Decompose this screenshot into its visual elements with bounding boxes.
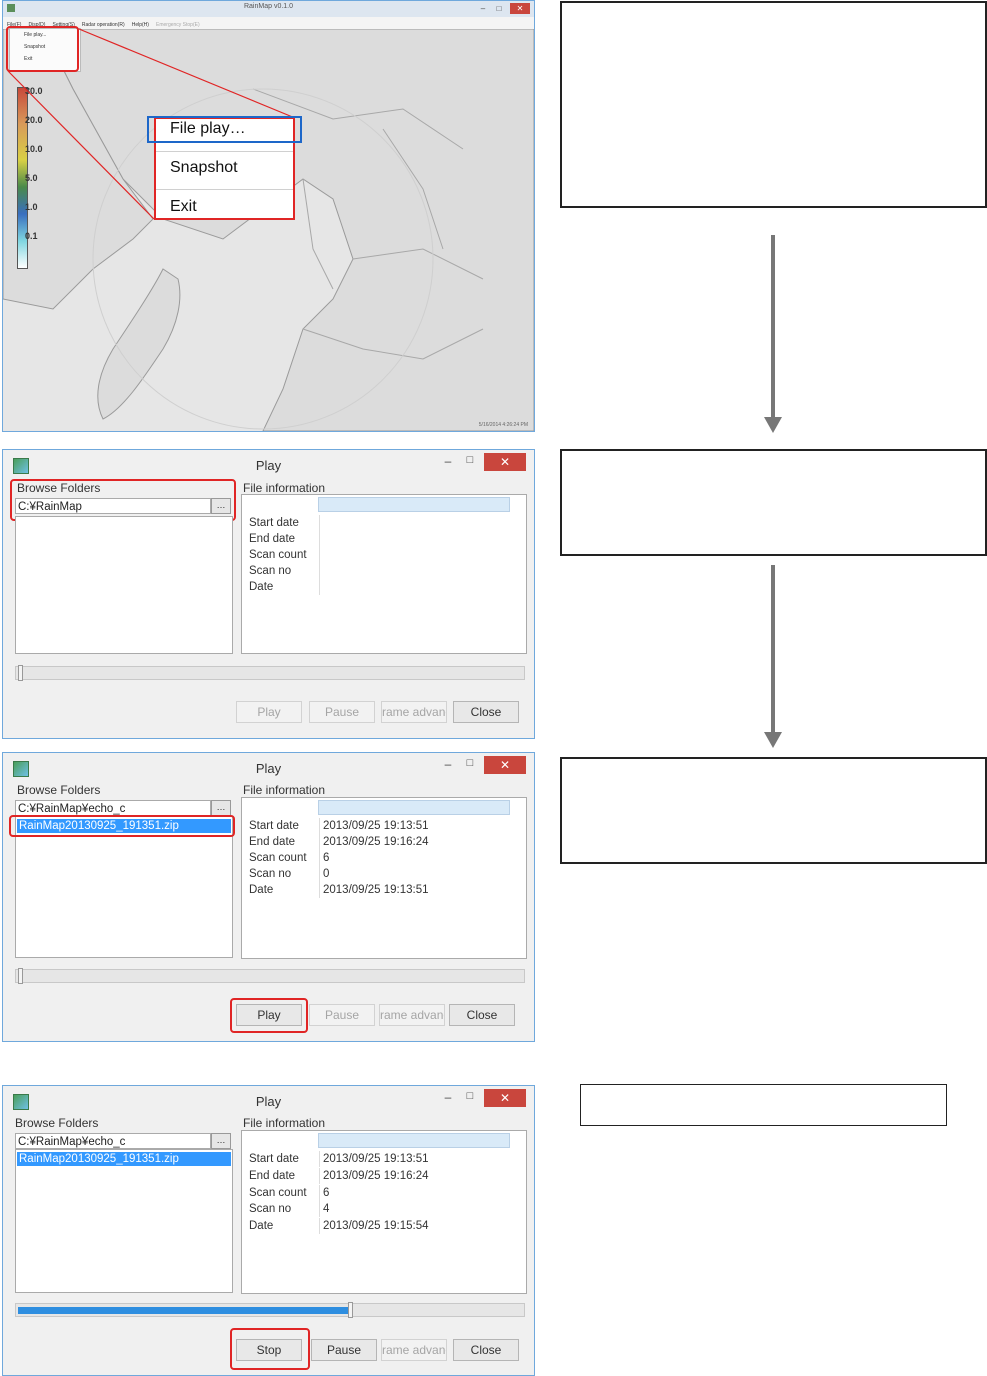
playback-slider[interactable] bbox=[15, 665, 525, 681]
info-row-start-date: Start date bbox=[247, 515, 513, 531]
info-row-end-date: End date 2013/09/25 19:16:24 bbox=[249, 834, 429, 850]
file-information-panel: Start date 2013/09/25 19:13:51 End date 20… bbox=[241, 797, 527, 959]
frame-advance-button[interactable]: rame advanc bbox=[379, 1004, 445, 1026]
flow-arrow-down-icon bbox=[764, 417, 782, 433]
playback-slider[interactable] bbox=[15, 968, 525, 984]
maximize-icon[interactable]: □ bbox=[462, 757, 478, 773]
info-row-scan-no: Scan no 0 bbox=[249, 866, 330, 882]
minimize-icon[interactable]: – bbox=[440, 1090, 456, 1106]
menu-item-snapshot[interactable]: Snapshot bbox=[170, 159, 238, 177]
stop-button-highlight bbox=[230, 1328, 310, 1370]
file-list[interactable] bbox=[15, 516, 233, 654]
info-header-cell bbox=[318, 800, 510, 815]
close-button[interactable]: Close bbox=[449, 1004, 515, 1026]
close-icon[interactable]: ✕ bbox=[484, 453, 526, 471]
info-row-scan-count: Scan count bbox=[247, 547, 513, 563]
instruction-box-2 bbox=[560, 449, 987, 556]
close-icon[interactable]: ✕ bbox=[484, 1089, 526, 1107]
file-play-highlight bbox=[147, 116, 302, 143]
file-selection-highlight bbox=[9, 815, 235, 837]
pause-button[interactable]: Pause bbox=[311, 1339, 377, 1361]
info-row-date: Date bbox=[247, 579, 513, 595]
flow-arrow-shaft bbox=[771, 235, 775, 418]
info-row-end-date: End date bbox=[247, 531, 513, 547]
info-row-date: Date 2013/09/25 19:13:51 bbox=[249, 882, 429, 898]
rainmap-main-window: RainMap v0.1.0 – □ ✕ File(F) Disp(D) Set… bbox=[2, 0, 535, 432]
info-row-scan-count: Scan count 6 bbox=[249, 1185, 330, 1201]
play-dialog-1: Play – □ ✕ Browse Folders File informati… bbox=[2, 449, 535, 739]
file-list-item[interactable]: RainMap20130925_191351.zip bbox=[17, 1152, 231, 1166]
slider-thumb[interactable] bbox=[18, 665, 23, 681]
file-list[interactable]: RainMap20130925_191351.zip bbox=[15, 816, 233, 958]
browse-folders-label: Browse Folders bbox=[17, 783, 101, 797]
browse-button[interactable]: … bbox=[211, 1133, 231, 1149]
close-button[interactable]: Close bbox=[453, 701, 519, 723]
pause-button[interactable]: Pause bbox=[309, 701, 375, 723]
pause-button[interactable]: Pause bbox=[309, 1004, 375, 1026]
frame-advance-button[interactable]: rame advanc bbox=[381, 1339, 447, 1361]
frame-advance-button[interactable]: rame advanc bbox=[381, 701, 447, 723]
flow-arrow-shaft bbox=[771, 565, 775, 733]
play-dialog-2: Play – □ ✕ Browse Folders File informati… bbox=[2, 752, 535, 1042]
instruction-box-4 bbox=[580, 1084, 947, 1126]
info-header-cell bbox=[318, 1133, 510, 1148]
maximize-icon[interactable]: □ bbox=[462, 454, 478, 470]
info-row-start-date: Start date 2013/09/25 19:13:51 bbox=[249, 818, 429, 834]
menu-item-exit[interactable]: Exit bbox=[170, 198, 197, 216]
file-list[interactable]: RainMap20130925_191351.zip bbox=[15, 1149, 233, 1293]
play-button-highlight bbox=[230, 998, 308, 1033]
file-information-label: File information bbox=[243, 1116, 326, 1130]
minimize-icon[interactable]: – bbox=[440, 454, 456, 470]
info-row-date: Date 2013/09/25 19:15:54 bbox=[249, 1218, 429, 1234]
info-row-scan-no: Scan no bbox=[247, 563, 513, 579]
info-row-end-date: End date 2013/09/25 19:16:24 bbox=[249, 1168, 429, 1184]
info-row-scan-no: Scan no 4 bbox=[249, 1201, 330, 1217]
info-header-cell bbox=[318, 497, 510, 512]
browse-folders-label: Browse Folders bbox=[15, 1116, 99, 1130]
playback-progress-fill bbox=[18, 1307, 351, 1314]
status-timestamp: 5/16/2014 4:26:24 PM bbox=[478, 422, 528, 428]
slider-thumb[interactable] bbox=[18, 968, 23, 984]
menu-separator bbox=[156, 189, 293, 190]
flow-arrow-down-icon bbox=[764, 732, 782, 748]
browse-button[interactable]: … bbox=[211, 800, 231, 816]
browse-highlight bbox=[10, 479, 236, 521]
play-dialog-3: Play – □ ✕ Browse Folders File informati… bbox=[2, 1085, 535, 1376]
info-row-start-date: Start date 2013/09/25 19:13:51 bbox=[249, 1151, 429, 1167]
play-button[interactable]: Play bbox=[236, 701, 302, 723]
info-row-scan-count: Scan count 6 bbox=[249, 850, 330, 866]
file-information-label: File information bbox=[243, 783, 326, 797]
slider-thumb[interactable] bbox=[348, 1302, 353, 1318]
maximize-icon[interactable]: □ bbox=[462, 1090, 478, 1106]
file-information-panel: Start date 2013/09/25 19:13:51 End date 20… bbox=[241, 1130, 527, 1294]
close-icon[interactable]: ✕ bbox=[484, 756, 526, 774]
playback-slider[interactable] bbox=[15, 1302, 525, 1318]
minimize-icon[interactable]: – bbox=[440, 757, 456, 773]
folder-path-field[interactable]: C:¥RainMap¥echo_c bbox=[15, 1133, 211, 1149]
folder-path-field[interactable]: C:¥RainMap¥echo_c bbox=[15, 800, 211, 816]
instruction-box-1 bbox=[560, 1, 987, 208]
close-button[interactable]: Close bbox=[453, 1339, 519, 1361]
file-information-panel: Start date End date Scan count Scan no D… bbox=[241, 494, 527, 654]
menu-separator bbox=[156, 151, 293, 152]
file-information-label: File information bbox=[243, 481, 326, 495]
instruction-box-3 bbox=[560, 757, 987, 864]
